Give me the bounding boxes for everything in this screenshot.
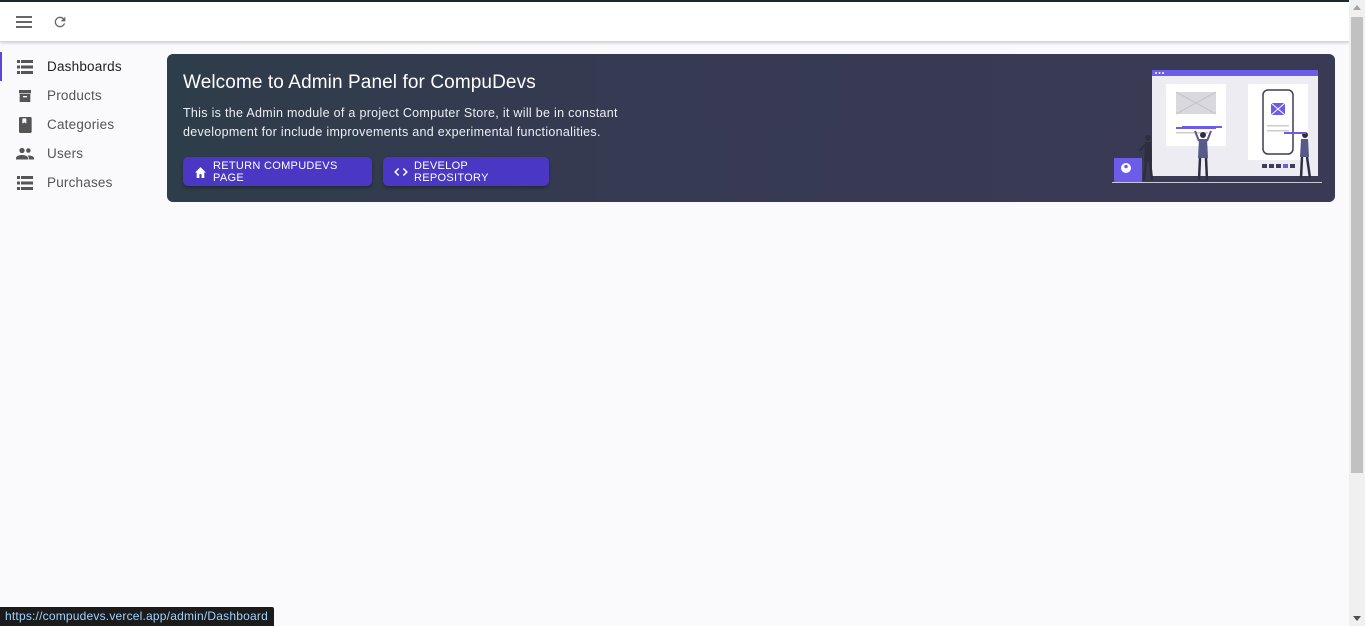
sidebar-item-purchases[interactable]: Purchases (0, 168, 160, 197)
banner-title: Welcome to Admin Panel for CompuDevs (183, 72, 536, 93)
list-icon (16, 174, 34, 192)
button-label: RETURN COMPUDEVS PAGE (213, 159, 338, 184)
sidebar-item-label: Purchases (47, 175, 113, 190)
hamburger-menu-icon[interactable] (13, 11, 35, 33)
app-bar (0, 2, 1349, 42)
sidebar-item-label: Users (47, 146, 84, 161)
book-icon (16, 116, 34, 134)
refresh-icon[interactable] (49, 11, 71, 33)
vertical-scrollbar[interactable] (1349, 0, 1365, 626)
sidebar-item-label: Categories (47, 117, 115, 132)
scrollbar-thumb[interactable] (1351, 17, 1363, 473)
list-icon (16, 58, 34, 76)
welcome-banner: Welcome to Admin Panel for CompuDevs Thi… (167, 54, 1335, 202)
button-label: DEVELOP REPOSITORY (414, 159, 489, 184)
sidebar-item-users[interactable]: Users (0, 139, 160, 168)
sidebar-item-categories[interactable]: Categories (0, 110, 160, 139)
return-compudevs-button[interactable]: RETURN COMPUDEVS PAGE (183, 157, 372, 186)
develop-repository-button[interactable]: DEVELOP REPOSITORY (383, 157, 549, 186)
home-icon (194, 165, 207, 179)
archive-box-icon (16, 87, 34, 105)
sidebar: Dashboards Products Categories Users Pur… (0, 52, 160, 197)
sidebar-item-dashboards[interactable]: Dashboards (0, 52, 160, 81)
banner-description: This is the Admin module of a project Co… (183, 106, 618, 139)
scroll-down-icon[interactable] (1353, 616, 1361, 621)
sidebar-item-label: Products (47, 88, 102, 103)
sidebar-item-products[interactable]: Products (0, 81, 160, 110)
sidebar-item-label: Dashboards (47, 59, 122, 74)
link-status-bar: https://compudevs.vercel.app/admin/Dashb… (0, 607, 274, 626)
people-icon (16, 145, 34, 163)
scroll-up-icon[interactable] (1353, 5, 1361, 10)
code-icon (394, 165, 408, 179)
admin-illustration (1112, 70, 1322, 183)
